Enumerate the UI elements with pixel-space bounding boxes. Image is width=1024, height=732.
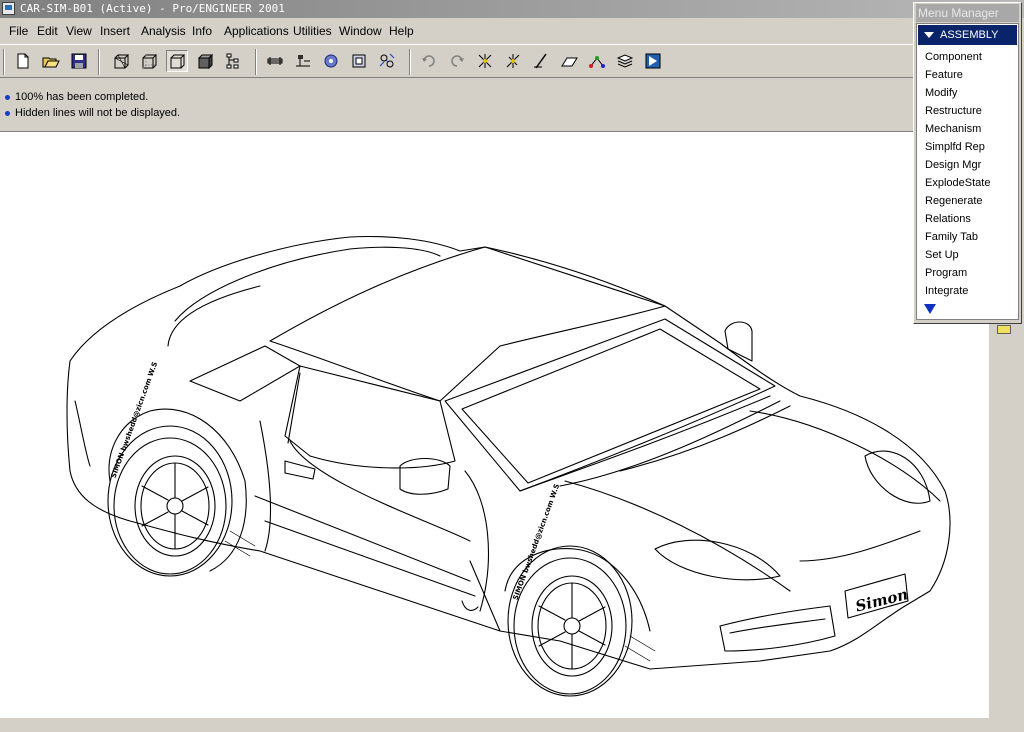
window-title: CAR-SIM-B01 (Active) - Pro/ENGINEER 2001 [20,2,285,15]
toolbar [0,44,915,78]
message-bullet-icon [5,110,10,116]
new-file-icon[interactable] [12,50,34,72]
menu-analysis[interactable]: Analysis [141,20,186,42]
menu-item-restructure[interactable]: Restructure [925,103,982,119]
wireframe-icon[interactable] [110,50,132,72]
menu-manager-list: ASSEMBLY Component Feature Modify Restru… [916,23,1019,320]
view-manager-icon[interactable] [642,50,664,72]
menu-item-component[interactable]: Component [925,49,982,65]
menu-manager: Menu Manager ASSEMBLY Component Feature … [913,2,1022,324]
menu-bar: File Edit View Insert Analysis Info Appl… [0,20,915,42]
point-tool-icon[interactable] [586,50,608,72]
edit-tool-icon[interactable] [502,50,524,72]
message-line: Hidden lines will not be displayed. [5,107,180,119]
message-text: 100% has been completed. [15,91,149,103]
sketch-tool-icon[interactable] [474,50,496,72]
menu-utilities[interactable]: Utilities [293,20,332,42]
menu-view[interactable]: View [66,20,92,42]
menu-assembly-label: ASSEMBLY [940,29,999,41]
menu-file[interactable]: File [9,20,28,42]
graphics-viewport[interactable]: Simon SIMON bwshedd@zicn.com W.S SIMON b… [0,131,989,718]
menu-item-integrate[interactable]: Integrate [925,283,968,299]
menu-item-set-up[interactable]: Set Up [925,247,959,263]
spin-center-icon[interactable] [376,50,398,72]
toolbar-separator [98,49,100,75]
redo-icon[interactable] [446,50,468,72]
app-icon [2,2,15,15]
menu-item-mechanism[interactable]: Mechanism [925,121,981,137]
message-bullet-icon [5,94,10,100]
open-file-icon[interactable] [40,50,62,72]
toolbar-separator [409,49,411,75]
hidden-line-icon[interactable] [138,50,160,72]
model-tree-icon[interactable] [222,50,244,72]
menu-edit[interactable]: Edit [37,20,58,42]
coordinate-systems-icon[interactable] [348,50,370,72]
menu-item-modify[interactable]: Modify [925,85,957,101]
menu-item-simplfd-rep[interactable]: Simplfd Rep [925,139,985,155]
front-tire-lettering: SIMON bwshedd@zicn.com W.S [512,483,562,601]
message-line: 100% has been completed. [5,91,148,103]
menu-help[interactable]: Help [389,20,414,42]
menu-item-program[interactable]: Program [925,265,967,281]
datum-points-icon[interactable] [320,50,342,72]
menu-assembly-header[interactable]: ASSEMBLY [918,25,1017,45]
toolbar-separator [255,49,257,75]
datum-planes-icon[interactable] [264,50,286,72]
ruler-icon[interactable] [997,325,1011,334]
toolbar-separator [3,49,5,75]
menu-window[interactable]: Window [339,20,382,42]
menu-item-regenerate[interactable]: Regenerate [925,193,983,209]
menu-item-feature[interactable]: Feature [925,67,963,83]
right-panel [989,320,1024,732]
license-plate-text: Simon [854,585,910,615]
menu-info[interactable]: Info [192,20,212,42]
save-icon[interactable] [68,50,90,72]
shading-icon[interactable] [194,50,216,72]
datum-axes-icon[interactable] [292,50,314,72]
menu-insert[interactable]: Insert [100,20,130,42]
plane-tool-icon[interactable] [558,50,580,72]
menu-item-family-tab[interactable]: Family Tab [925,229,978,245]
rear-tire-lettering: SIMON bwshedd@zicn.com W.S [110,361,160,479]
car-model-drawing: Simon SIMON bwshedd@zicn.com W.S SIMON b… [66,235,951,697]
layers-icon[interactable] [614,50,636,72]
collapse-triangle-icon [924,32,934,38]
undo-icon[interactable] [418,50,440,72]
title-bar: CAR-SIM-B01 (Active) - Pro/ENGINEER 2001 [0,0,1024,18]
axis-tool-icon[interactable] [530,50,552,72]
more-items-arrow-icon[interactable] [924,304,936,314]
message-area: 100% has been completed. Hidden lines wi… [0,86,912,130]
no-hidden-icon[interactable] [166,50,188,72]
menu-item-relations[interactable]: Relations [925,211,971,227]
menu-item-explodestate[interactable]: ExplodeState [925,175,990,191]
menu-manager-title[interactable]: Menu Manager [916,4,1019,22]
menu-item-design-mgr[interactable]: Design Mgr [925,157,981,173]
menu-applications[interactable]: Applications [224,20,289,42]
message-text: Hidden lines will not be displayed. [15,107,181,119]
